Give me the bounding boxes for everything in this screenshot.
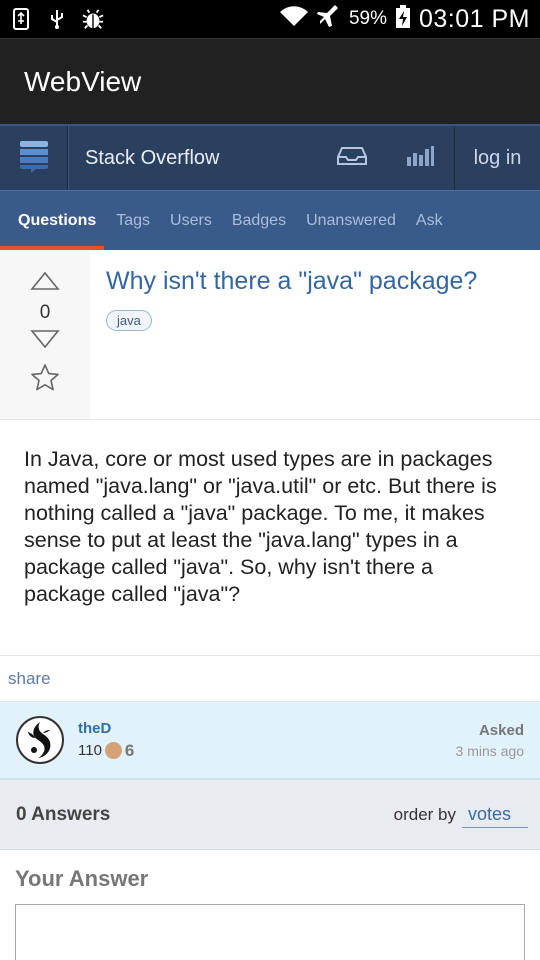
tab-unanswered[interactable]: Unanswered — [306, 191, 396, 250]
answers-count: 0 Answers — [16, 803, 111, 825]
vote-panel: 0 — [0, 250, 90, 419]
your-answer-section: Your Answer — [0, 850, 540, 960]
user-reputation: 110 6 — [78, 741, 134, 761]
order-by-label: order by — [393, 804, 456, 824]
upvote-button[interactable] — [30, 270, 60, 296]
bug-icon — [82, 8, 104, 30]
usb-debug-icon — [46, 8, 68, 30]
bronze-badge-count: 6 — [124, 740, 135, 760]
site-title[interactable]: Stack Overflow — [68, 126, 318, 190]
app-title: WebView — [24, 65, 142, 97]
question-header: 0 Why isn't there a "java" package? java — [0, 250, 540, 420]
airplane-icon — [316, 4, 341, 34]
tab-users[interactable]: Users — [170, 191, 212, 250]
battery-percent: 59% — [348, 8, 387, 29]
app-bar: WebView — [0, 38, 540, 124]
achievements-button[interactable] — [386, 126, 454, 190]
wifi-icon — [279, 5, 309, 33]
stackexchange-logo-icon — [18, 139, 50, 177]
stackexchange-menu-button[interactable] — [0, 126, 68, 190]
your-answer-heading: Your Answer — [15, 866, 149, 891]
tag-java[interactable]: java — [106, 310, 152, 331]
answer-textarea[interactable] — [15, 904, 525, 960]
battery-charging-icon — [395, 4, 411, 34]
tab-badges[interactable]: Badges — [232, 191, 286, 250]
downvote-button[interactable] — [30, 328, 60, 354]
login-link[interactable]: log in — [454, 126, 540, 190]
tab-tags[interactable]: Tags — [116, 191, 150, 250]
inbox-button[interactable] — [318, 126, 386, 190]
so-header: Stack Overflow log in — [0, 124, 540, 190]
share-link[interactable]: share — [0, 656, 540, 702]
tab-questions[interactable]: Questions — [0, 191, 105, 250]
reputation-value: 110 — [78, 742, 102, 759]
avatar[interactable] — [16, 716, 64, 764]
user-name[interactable]: theD — [78, 720, 134, 737]
question-body-text: In Java, core or most used types are in … — [24, 447, 497, 607]
question-title[interactable]: Why isn't there a "java" package? — [106, 266, 526, 296]
vote-count: 0 — [39, 302, 51, 323]
status-bar: 59% 03:01 PM — [0, 0, 540, 38]
achievements-icon — [406, 145, 434, 171]
clock: 03:01 PM — [418, 4, 530, 33]
asked-time: 3 mins ago — [455, 742, 524, 759]
asker-card: theD 110 6 Asked 3 mins ago — [0, 702, 540, 780]
tab-ask[interactable]: Ask — [416, 191, 443, 250]
main-tabs: Questions Tags Users Badges Unanswered A… — [0, 190, 540, 250]
answers-bar: 0 Answers order by votes — [0, 780, 540, 850]
order-by-select[interactable]: votes — [462, 802, 528, 828]
bronze-badge-icon — [104, 742, 122, 759]
inbox-icon — [337, 146, 367, 170]
asked-label: Asked — [478, 721, 524, 739]
favorite-star-button[interactable] — [29, 362, 61, 398]
question-body: In Java, core or most used types are in … — [0, 420, 540, 656]
usb-icon — [10, 8, 32, 30]
